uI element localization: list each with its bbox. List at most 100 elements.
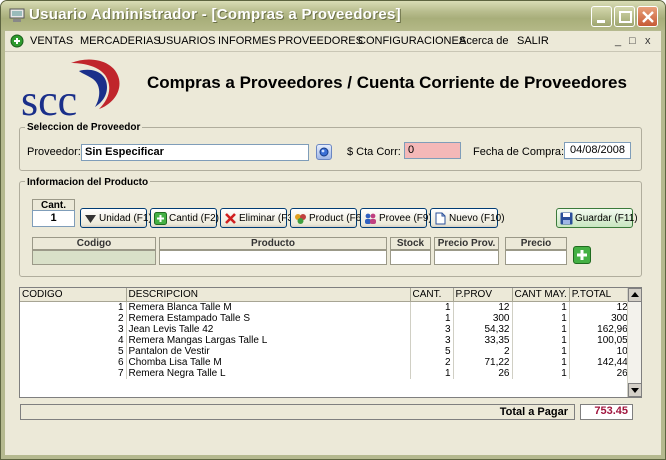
green-circle-icon[interactable]: [10, 34, 24, 48]
agregar-producto-button[interactable]: [573, 246, 591, 264]
cell-p-total: 26: [569, 367, 631, 379]
save-icon: [560, 212, 573, 224]
grid-vertical-scrollbar[interactable]: [627, 288, 641, 397]
stock-header: Stock: [390, 237, 431, 250]
cell-p-prov: 300: [453, 312, 513, 324]
cell-cant: 3: [410, 323, 454, 335]
col-p-prov[interactable]: P.PROV: [453, 288, 513, 302]
col-descripcion[interactable]: DESCRIPCION: [126, 288, 411, 302]
menu-proveedores[interactable]: PROVEEDORES: [278, 35, 363, 47]
cell-p-prov: 2: [453, 345, 513, 357]
menu-configuraciones[interactable]: CONFIGURACIONES: [358, 35, 466, 47]
mdi-minimize-button[interactable]: _: [615, 35, 621, 47]
menu-salir[interactable]: SALIR: [517, 35, 549, 47]
title-bar[interactable]: Usuario Administrador - [Compras a Prove…: [1, 1, 665, 30]
fecha-compra-field[interactable]: 04/08/2008: [564, 142, 631, 159]
buscar-proveedor-button[interactable]: [316, 144, 332, 160]
cell-descripcion: Remera Negra Talle L: [126, 367, 411, 379]
provee-button[interactable]: Provee (F9): [360, 208, 432, 228]
table-row[interactable]: 5 Pantalon de Vestir 5 2 1 10: [20, 345, 631, 357]
cell-codigo: 6: [20, 356, 127, 368]
col-codigo[interactable]: CODIGO: [20, 288, 127, 302]
mdi-close-button[interactable]: x: [645, 35, 651, 47]
product-button-label: Product (F6): [309, 212, 365, 224]
cell-p-prov: 26: [453, 367, 513, 379]
product-button[interactable]: Product (F6): [290, 208, 365, 228]
table-row[interactable]: 3 Jean Levis Talle 42 3 54,32 1 162,96: [20, 323, 631, 335]
plus-icon: [154, 211, 167, 225]
cell-cant-may: 1: [512, 323, 570, 335]
scroll-down-button[interactable]: [628, 383, 641, 397]
cta-corr-field[interactable]: 0: [404, 142, 461, 159]
users-icon: [365, 213, 376, 224]
cell-p-prov: 33,35: [453, 334, 513, 346]
cell-cant-may: 1: [512, 334, 570, 346]
producto-field[interactable]: [159, 250, 387, 265]
cell-cant-may: 1: [512, 312, 570, 324]
precio-pagar-field[interactable]: [505, 250, 567, 265]
table-row[interactable]: 4 Remera Mangas Largas Talle L 3 33,35 1…: [20, 334, 631, 346]
window-title: Usuario Administrador - [Compras a Prove…: [29, 6, 401, 23]
fecha-compra-label: Fecha de Compra:: [473, 146, 565, 158]
eliminar-button-label: Eliminar (F3): [239, 212, 297, 224]
cell-p-total: 300: [569, 312, 631, 324]
minimize-button[interactable]: [591, 6, 612, 27]
new-document-icon: [435, 212, 446, 224]
producto-header: Producto: [159, 237, 387, 250]
menu-mercaderias[interactable]: MERCADERIAS: [80, 35, 161, 47]
application-window: Usuario Administrador - [Compras a Prove…: [0, 0, 666, 460]
unidad-button[interactable]: Unidad (F1): [80, 208, 152, 228]
cell-cant: 2: [410, 356, 454, 368]
col-cant[interactable]: CANT.: [410, 288, 454, 302]
cell-codigo: 2: [20, 312, 127, 324]
cell-codigo: 5: [20, 345, 127, 357]
table-row[interactable]: 6 Chomba Lisa Talle M 2 71,22 1 142,44: [20, 356, 631, 368]
cell-descripcion: Remera Blanca Talle M: [126, 301, 411, 313]
scroll-up-button[interactable]: [628, 288, 641, 302]
page-title: Compras a Proveedores / Cuenta Corriente…: [147, 73, 627, 92]
table-row[interactable]: 2 Remera Estampado Talle S 1 300 1 300: [20, 312, 631, 324]
menu-informes[interactable]: INFORMES: [218, 35, 276, 47]
nuevo-button[interactable]: Nuevo (F10): [430, 208, 505, 228]
cell-codigo: 7: [20, 367, 127, 379]
table-row[interactable]: 7 Remera Negra Talle L 1 26 1 26: [20, 367, 631, 379]
col-cant-may[interactable]: CANT MAY.: [512, 288, 570, 302]
cantid-button[interactable]: Cantid (F2): [150, 208, 219, 228]
menu-ventas[interactable]: VENTAS: [30, 35, 73, 47]
cell-p-total: 162,96: [569, 323, 631, 335]
proveedor-label: Proveedor:: [27, 146, 81, 158]
nuevo-button-label: Nuevo (F10): [449, 212, 505, 224]
menu-usuarios[interactable]: USUARIOS: [158, 35, 215, 47]
menu-acerca-de[interactable]: Acerca de: [459, 35, 509, 47]
cell-p-prov: 71,22: [453, 356, 513, 368]
cell-p-total: 100,05: [569, 334, 631, 346]
stock-field[interactable]: [390, 250, 431, 265]
cell-cant-may: 1: [512, 301, 570, 313]
close-icon: [642, 11, 654, 23]
minimize-icon: [597, 20, 605, 23]
precio-pagar-header: Precio Pagar: [505, 237, 567, 260]
app-icon: [9, 8, 25, 22]
codigo-field[interactable]: [32, 250, 156, 265]
codigo-header: Codigo: [32, 237, 156, 250]
logo-text: scc: [21, 76, 77, 119]
cell-p-prov: 54,32: [453, 323, 513, 335]
proveedor-field[interactable]: Sin Especificar: [81, 144, 309, 161]
compras-grid[interactable]: CODIGO DESCRIPCION CANT. P.PROV CANT MAY…: [19, 287, 642, 398]
client-area: scc Compras a Proveedores / Cuenta Corri…: [5, 52, 661, 455]
cell-cant: 1: [410, 367, 454, 379]
eliminar-button[interactable]: Eliminar (F3): [220, 208, 296, 228]
cant-field[interactable]: 1: [32, 210, 75, 227]
guardar-button[interactable]: Guardar (F11): [556, 208, 638, 228]
arrow-down-icon: [631, 388, 639, 393]
close-button[interactable]: [637, 6, 658, 27]
mdi-restore-button[interactable]: □: [629, 35, 636, 47]
informacion-producto-legend: Informacion del Producto: [25, 177, 151, 188]
maximize-button[interactable]: [614, 6, 635, 27]
col-p-total[interactable]: P.TOTAL: [569, 288, 631, 302]
products-icon: [295, 213, 306, 224]
menu-bar: VENTAS MERCADERIAS USUARIOS INFORMES PRO…: [5, 31, 661, 52]
table-row[interactable]: 1 Remera Blanca Talle M 1 12 1 12: [20, 301, 631, 313]
precio-prov-field[interactable]: [434, 250, 499, 265]
cell-descripcion: Remera Mangas Largas Talle L: [126, 334, 411, 346]
